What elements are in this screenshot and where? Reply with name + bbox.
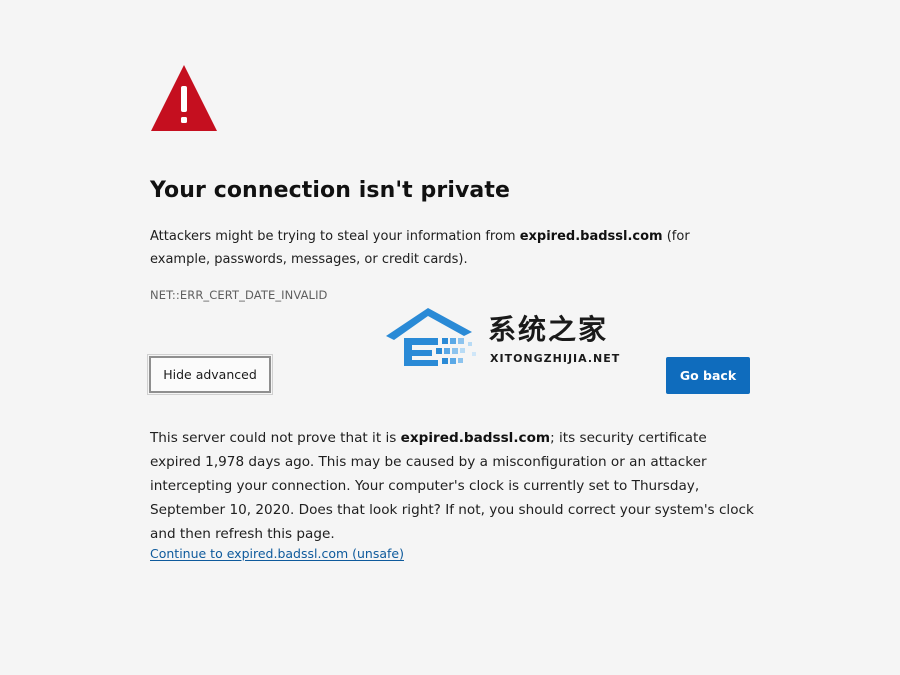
go-back-button[interactable]: Go back (666, 357, 750, 394)
advanced-text-before: This server could not prove that it is (150, 430, 401, 446)
error-page: Your connection isn't private Attackers … (0, 0, 900, 675)
intro-site-name: expired.badssl.com (519, 229, 663, 244)
advanced-text-after: ; its security certificate expired 1,978… (150, 430, 754, 542)
page-title: Your connection isn't private (150, 178, 511, 203)
watermark-chinese-text: 系统之家 (488, 313, 609, 346)
intro-text: Attackers might be trying to steal your … (150, 225, 750, 271)
watermark: 系统之家 XITONGZHIJIA.NET (384, 300, 624, 372)
warning-triangle-icon (151, 65, 217, 131)
advanced-site-name: expired.badssl.com (400, 430, 551, 446)
error-code: NET::ERR_CERT_DATE_INVALID (150, 288, 328, 302)
continue-unsafe-link[interactable]: Continue to expired.badssl.com (unsafe) (150, 546, 404, 561)
intro-text-before: Attackers might be trying to steal your … (150, 229, 520, 244)
hide-advanced-button[interactable]: Hide advanced (147, 354, 273, 395)
house-logo-icon (386, 308, 476, 366)
watermark-latin-text: XITONGZHIJIA.NET (490, 352, 621, 365)
advanced-details-text: This server could not prove that it is e… (150, 426, 760, 546)
